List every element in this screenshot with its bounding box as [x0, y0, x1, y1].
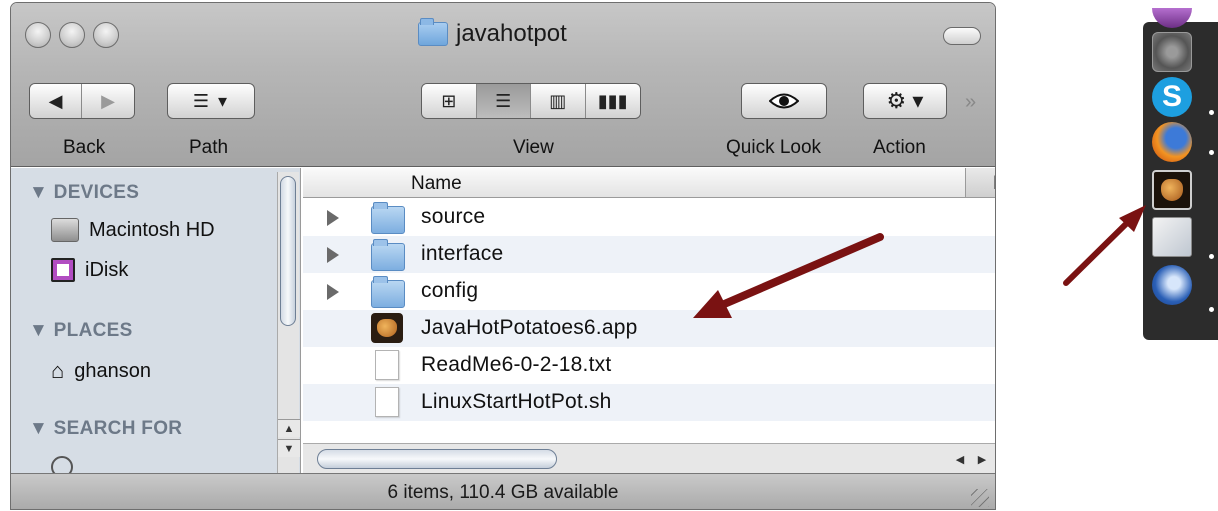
arrow-to-app-file — [693, 233, 884, 318]
annotation-arrows — [693, 205, 1146, 318]
arrow-to-dock-icon — [1063, 205, 1146, 286]
